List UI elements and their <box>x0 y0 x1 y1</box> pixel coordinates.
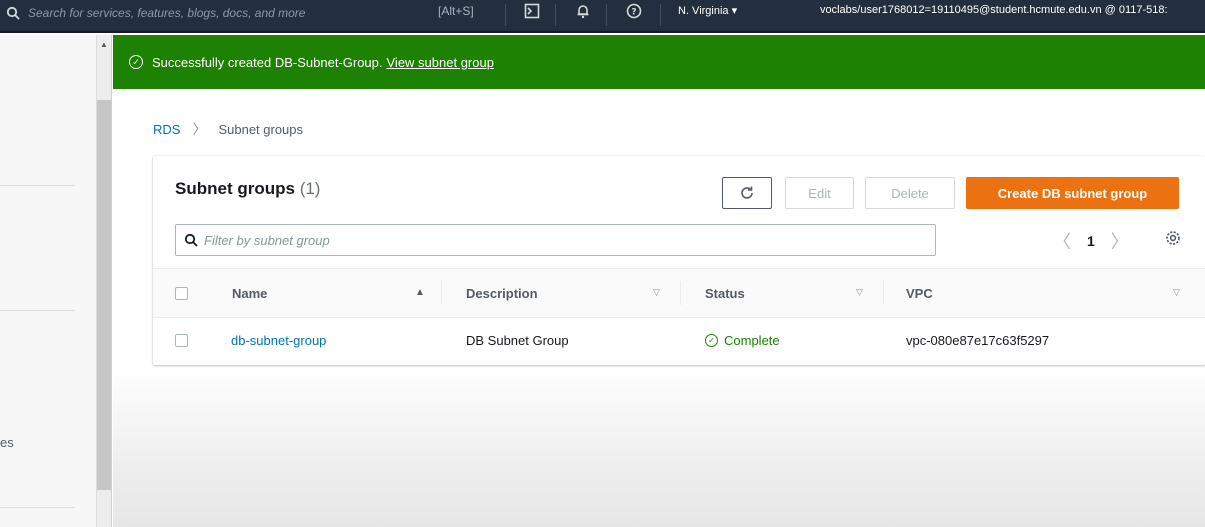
chevron-right-icon: 〉 <box>192 121 207 137</box>
filter-input[interactable] <box>204 232 804 248</box>
cloudshell-icon[interactable] <box>524 3 540 24</box>
divider <box>606 4 607 26</box>
global-search[interactable]: Search for services, features, blogs, do… <box>0 4 305 22</box>
panel-title-text: Subnet groups <box>175 179 295 198</box>
vertical-scrollbar[interactable]: ▲ <box>96 35 112 527</box>
column-divider <box>680 281 681 305</box>
row-status: ✓ Complete <box>705 333 780 348</box>
breadcrumb: RDS 〉 Subnet groups <box>153 119 303 139</box>
notifications-bell-icon[interactable] <box>575 3 591 24</box>
sort-unsorted-icon[interactable]: ▽ <box>1173 287 1180 298</box>
column-header-vpc[interactable]: VPC <box>906 286 933 301</box>
table-row[interactable]: db-subnet-group DB Subnet Group ✓ Comple… <box>153 318 1205 364</box>
left-navigation-panel: es <box>0 35 96 527</box>
nav-divider <box>0 310 75 311</box>
select-all-checkbox[interactable] <box>175 287 188 300</box>
sort-ascending-icon[interactable]: ▲ <box>415 287 425 298</box>
gear-icon[interactable] <box>1165 230 1181 251</box>
divider <box>505 4 506 26</box>
row-status-text: Complete <box>724 333 780 348</box>
breadcrumb-rds-link[interactable]: RDS <box>153 122 180 137</box>
region-selector[interactable]: N. Virginia ▾ <box>678 4 737 17</box>
filter-field[interactable] <box>175 224 936 256</box>
sort-unsorted-icon[interactable]: ▽ <box>856 287 863 298</box>
subnet-groups-panel: Subnet groups (1) Edit Delete Create DB … <box>153 156 1205 365</box>
edit-button[interactable]: Edit <box>785 177 854 209</box>
chevron-right-icon[interactable]: 〉 <box>1111 228 1129 254</box>
breadcrumb-current: Subnet groups <box>218 121 304 137</box>
global-search-placeholder[interactable]: Search for services, features, blogs, do… <box>28 6 305 20</box>
success-check-icon: ✓ <box>129 55 143 69</box>
row-checkbox[interactable] <box>175 334 188 347</box>
search-icon <box>6 6 20 20</box>
nav-item-fragment[interactable]: es <box>0 435 14 450</box>
main-content: ✓ Successfully created DB-Subnet-Group. … <box>113 35 1205 527</box>
refresh-icon <box>741 186 753 199</box>
delete-button[interactable]: Delete <box>865 177 955 209</box>
panel-title-count: (1) <box>299 179 321 198</box>
subnet-group-name-link[interactable]: db-subnet-group <box>231 333 326 348</box>
nav-divider <box>0 185 75 186</box>
svg-text:?: ? <box>631 8 636 18</box>
column-divider <box>441 281 442 305</box>
row-vpc: vpc-080e87e17c63f5297 <box>906 333 1050 348</box>
pagination: 〈 1 〉 <box>1053 228 1129 254</box>
column-header-name[interactable]: Name <box>232 286 267 301</box>
column-header-status[interactable]: Status <box>705 286 745 301</box>
success-flash-banner: ✓ Successfully created DB-Subnet-Group. … <box>113 35 1205 89</box>
column-header-description[interactable]: Description <box>466 286 538 301</box>
account-menu[interactable]: voclabs/user1768012=19110495@student.hcm… <box>820 4 1168 16</box>
row-description: DB Subnet Group <box>466 333 569 348</box>
column-divider <box>883 281 884 305</box>
table-header: Name ▲ Description ▽ Status ▽ VPC ▽ <box>153 268 1205 318</box>
scroll-up-arrow-icon[interactable]: ▲ <box>100 40 108 49</box>
refresh-button[interactable] <box>722 177 772 209</box>
search-icon <box>184 233 198 247</box>
divider <box>660 4 661 26</box>
create-db-subnet-group-button[interactable]: Create DB subnet group <box>966 177 1179 209</box>
panel-title: Subnet groups (1) <box>175 179 320 199</box>
top-navigation-bar: Search for services, features, blogs, do… <box>0 0 1205 33</box>
current-page-number[interactable]: 1 <box>1087 233 1095 249</box>
help-icon[interactable]: ? <box>626 3 642 24</box>
scrollbar-thumb[interactable] <box>97 100 111 490</box>
sort-unsorted-icon[interactable]: ▽ <box>653 287 660 298</box>
search-shortcut-hint: [Alt+S] <box>438 4 474 18</box>
flash-message: Successfully created DB-Subnet-Group. <box>152 54 383 70</box>
view-subnet-group-link[interactable]: View subnet group <box>387 55 494 70</box>
divider <box>555 4 556 26</box>
success-check-icon: ✓ <box>705 334 718 347</box>
nav-divider <box>0 507 75 508</box>
chevron-left-icon[interactable]: 〈 <box>1053 228 1071 254</box>
